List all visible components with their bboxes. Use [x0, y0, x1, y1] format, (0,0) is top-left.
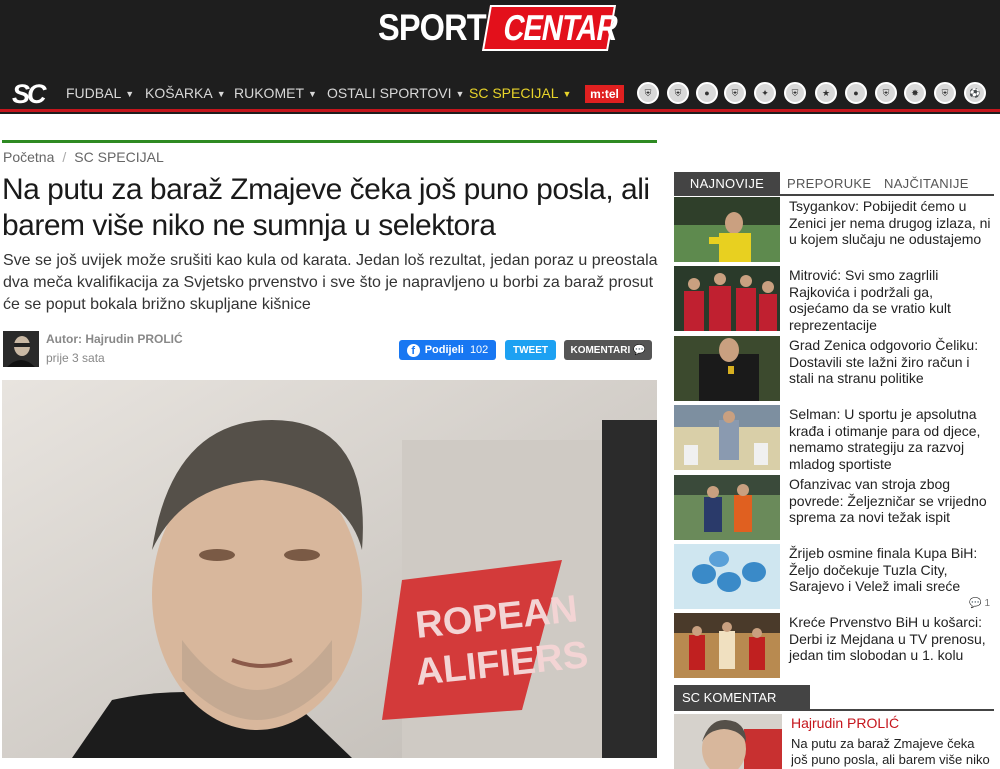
sc-komentar-title[interactable]: Na putu za baraž Zmajeve čeka još puno p…	[791, 736, 994, 769]
comment-icon: 💬	[969, 598, 982, 609]
facebook-share-button[interactable]: f Podijeli 102	[399, 340, 496, 360]
club-crest-icon[interactable]: ✸	[904, 82, 926, 104]
logo-sport-text: SPORT	[378, 7, 487, 48]
tweet-button[interactable]: TWEET	[505, 340, 556, 360]
news-thumbnail[interactable]	[674, 475, 780, 540]
publish-time: prije 3 sata	[46, 351, 105, 365]
breadcrumb-home[interactable]: Početna	[3, 149, 54, 165]
breadcrumb-current[interactable]: SC SPECIJAL	[74, 149, 163, 165]
comment-count: 💬 1	[969, 598, 990, 609]
club-crest-icon[interactable]: ✦	[754, 82, 776, 104]
caret-down-icon: ▼	[308, 89, 317, 100]
news-thumbnail[interactable]	[674, 405, 780, 470]
nav-sc-specijal[interactable]: SC SPECIJAL ▼	[469, 85, 571, 101]
article-title: Na putu za baraž Zmajeve čeka još puno p…	[2, 173, 650, 242]
site-logo[interactable]: SPORT CENTAR	[378, 5, 621, 51]
news-thumbnail[interactable]	[674, 266, 780, 331]
sidebar-tabs: NAJNOVIJE PREPORUKE NAJČITANIJE	[674, 172, 994, 196]
article-lead: Sve se još uvijek može srušiti kao kula …	[3, 252, 658, 313]
club-crest-icon[interactable]: ★	[815, 82, 837, 104]
sc-komentar-author[interactable]: Hajrudin PROLIĆ	[791, 715, 899, 731]
sc-komentar-thumbnail[interactable]	[674, 714, 782, 769]
sc-komentar-header: SC KOMENTAR	[674, 685, 994, 711]
news-item[interactable]: Grad Zenica odgovorio Čeliku: Dostavili …	[674, 336, 994, 401]
news-thumbnail[interactable]	[674, 613, 780, 678]
club-crest-icon[interactable]: ⛨	[784, 82, 806, 104]
news-item[interactable]: Ofanzivac van stroja zbog povrede: Želje…	[674, 475, 994, 540]
club-crest-icon[interactable]: ⛨	[667, 82, 689, 104]
tab-najnovije[interactable]: NAJNOVIJE	[674, 172, 780, 196]
caret-down-icon: ▼	[562, 89, 572, 100]
news-item[interactable]: Kreće Prvenstvo BiH u košarci: Derbi iz …	[674, 613, 994, 678]
facebook-icon: f	[406, 343, 420, 357]
nav-rukomet[interactable]: RUKOMET ▼	[234, 85, 317, 101]
caret-down-icon: ▼	[125, 89, 135, 100]
nav-kosarka[interactable]: KOŠARKA ▼	[145, 85, 226, 101]
news-thumbnail[interactable]	[674, 197, 780, 262]
article-hero-image: ROPEAN ALIFIERS	[2, 380, 657, 758]
club-crest-icon[interactable]: ⛨	[637, 82, 659, 104]
caret-down-icon: ▼	[455, 89, 465, 100]
author-name[interactable]: Autor: Hajrudin PROLIĆ	[46, 332, 183, 346]
caret-down-icon: ▼	[216, 89, 226, 100]
club-crest-icon[interactable]: ●	[696, 82, 718, 104]
nav-fudbal[interactable]: FUDBAL ▼	[66, 85, 134, 101]
news-item[interactable]: Tsygankov: Pobijedit ćemo u Zenici jer n…	[674, 197, 994, 262]
comments-button[interactable]: KOMENTARI 💬	[564, 340, 652, 360]
tab-preporuke[interactable]: PREPORUKE	[775, 172, 883, 196]
club-crest-icon[interactable]: ⛨	[934, 82, 956, 104]
club-crest-icon[interactable]: ⚽	[964, 82, 986, 104]
club-crest-icon[interactable]: ●	[845, 82, 867, 104]
nav-ostali-sportovi[interactable]: OSTALI SPORTOVI ▼	[327, 85, 464, 101]
sponsor-mtel-logo[interactable]: m:tel	[585, 85, 624, 103]
comment-icon: 💬	[633, 344, 646, 356]
news-thumbnail[interactable]	[674, 544, 780, 609]
nav-home-logo[interactable]: SC	[12, 79, 54, 109]
author-avatar[interactable]	[3, 331, 39, 367]
news-thumbnail[interactable]	[674, 336, 780, 401]
main-nav: SC FUDBAL ▼ KOŠARKA ▼ RUKOMET ▼ OSTALI SPOR…	[0, 76, 1000, 112]
club-crest-icon[interactable]: ⛨	[875, 82, 897, 104]
section-divider	[2, 140, 657, 143]
logo-centar-text: CENTAR	[500, 7, 621, 48]
tab-najcitanije[interactable]: NAJČITANIJE	[872, 172, 981, 196]
club-crest-icon[interactable]: ⛨	[724, 82, 746, 104]
share-count: 102	[469, 344, 489, 356]
breadcrumb: Početna / SC SPECIJAL	[3, 149, 164, 165]
news-item[interactable]: Selman: U sportu je apsolutna krađa i ot…	[674, 405, 994, 472]
news-item[interactable]: Žrijeb osmine finala Kupa BiH: Željo doč…	[674, 544, 994, 609]
news-item[interactable]: Mitrović: Svi smo zagrlili Rajkovića i p…	[674, 266, 994, 333]
